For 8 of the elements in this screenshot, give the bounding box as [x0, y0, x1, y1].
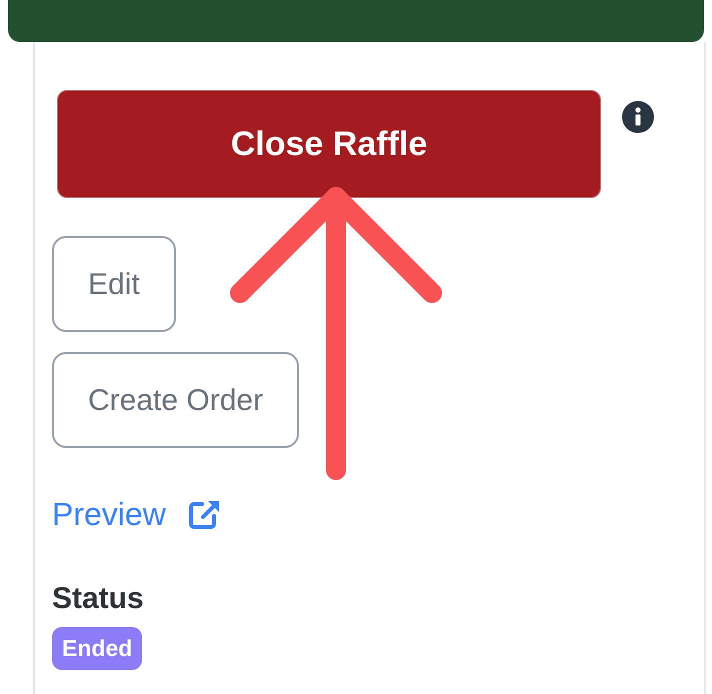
close-raffle-button[interactable]: Close Raffle	[57, 90, 601, 198]
external-link-icon[interactable]	[188, 498, 222, 530]
action-button[interactable]: Edit	[52, 236, 176, 332]
preview-link[interactable]: Preview	[52, 490, 166, 538]
status-label: Status	[52, 581, 145, 617]
status-badge: Ended	[52, 627, 142, 670]
info-icon[interactable]	[621, 100, 655, 134]
action-button[interactable]: Create Order	[52, 352, 300, 448]
